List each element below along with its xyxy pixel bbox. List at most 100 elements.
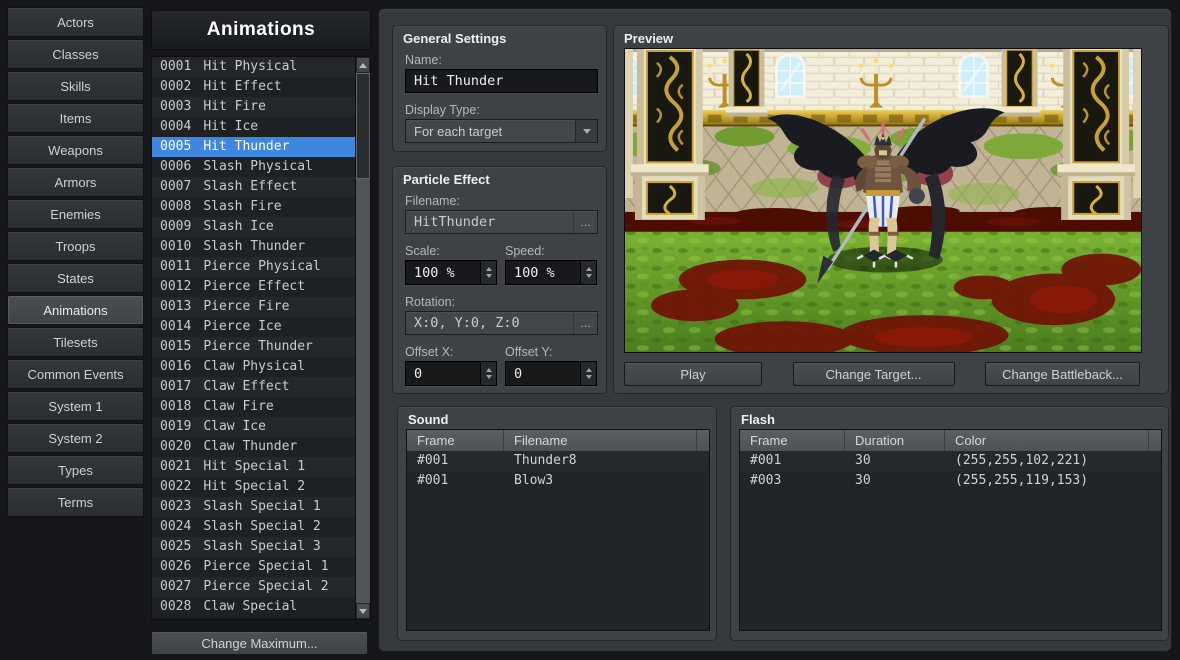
- sidebar-item-weapons[interactable]: Weapons: [7, 135, 144, 165]
- sidebar-item-terms[interactable]: Terms: [7, 487, 144, 517]
- sidebar-item-animations[interactable]: Animations: [7, 295, 144, 325]
- animation-list-item[interactable]: 0007Slash Effect: [152, 177, 355, 197]
- scrollbar-thumb[interactable]: [356, 73, 370, 179]
- spinner-arrows[interactable]: [580, 362, 596, 385]
- animation-list-item[interactable]: 0002Hit Effect: [152, 77, 355, 97]
- sidebar-item-types[interactable]: Types: [7, 455, 144, 485]
- animation-list-item[interactable]: 0027Pierce Special 2: [152, 577, 355, 597]
- change-battleback-button[interactable]: Change Battleback...: [985, 362, 1140, 386]
- animation-id: 0012: [160, 279, 191, 294]
- animation-list-item[interactable]: 0025Slash Special 3: [152, 537, 355, 557]
- sidebar-item-actors[interactable]: Actors: [7, 7, 144, 37]
- table-row[interactable]: #00330(255,255,119,153): [740, 471, 1161, 491]
- display-type-select[interactable]: For each target: [405, 119, 598, 143]
- scrollbar-track[interactable]: [356, 73, 370, 603]
- speed-label: Speed:: [505, 244, 545, 258]
- animation-id: 0009: [160, 219, 191, 234]
- table-cell: #001: [407, 471, 504, 491]
- animation-name: Claw Physical: [203, 359, 305, 374]
- sidebar-item-states[interactable]: States: [7, 263, 144, 293]
- chevron-down-icon: [583, 129, 591, 134]
- animation-list-item[interactable]: 0026Pierce Special 1: [152, 557, 355, 577]
- animation-list-item[interactable]: 0011Pierce Physical: [152, 257, 355, 277]
- spinner-arrows[interactable]: [580, 261, 596, 284]
- scale-spinner[interactable]: 100 %: [405, 260, 497, 285]
- column-header-frame[interactable]: Frame: [407, 430, 504, 451]
- animation-name: Hit Ice: [203, 119, 258, 134]
- animation-list-item[interactable]: 0009 Slash Ice: [152, 217, 355, 237]
- group-title: Preview: [624, 31, 673, 46]
- rotation-browse-button[interactable]: ...: [573, 312, 597, 334]
- scroll-up-button[interactable]: [356, 57, 370, 73]
- spinner-arrows[interactable]: [480, 362, 496, 385]
- table-row[interactable]: #00130(255,255,102,221): [740, 451, 1161, 471]
- sidebar-item-tilesets[interactable]: Tilesets: [7, 327, 144, 357]
- sidebar-item-system-2[interactable]: System 2: [7, 423, 144, 453]
- animation-name: Claw Special: [203, 599, 297, 614]
- battle-preview-image: [624, 48, 1142, 353]
- sound-table-body: #001Thunder8#001Blow3: [407, 451, 709, 491]
- name-input[interactable]: Hit Thunder: [405, 69, 598, 93]
- animation-id: 0007: [160, 179, 191, 194]
- animation-list-item[interactable]: 0015Pierce Thunder: [152, 337, 355, 357]
- animation-list-item[interactable]: 0018Claw Fire: [152, 397, 355, 417]
- sidebar-item-enemies[interactable]: Enemies: [7, 199, 144, 229]
- speed-spinner[interactable]: 100 %: [505, 260, 597, 285]
- table-row[interactable]: #001Blow3: [407, 471, 709, 491]
- sidebar-item-classes[interactable]: Classes: [7, 39, 144, 69]
- group-title: Sound: [408, 412, 448, 427]
- animations-list-title: Animations: [151, 10, 371, 50]
- animation-list-item[interactable]: 0004Hit Ice: [152, 117, 355, 137]
- spinner-down-icon: [586, 375, 592, 379]
- scroll-down-button[interactable]: [356, 603, 370, 619]
- sidebar-item-skills[interactable]: Skills: [7, 71, 144, 101]
- animation-list-item[interactable]: 0019Claw Ice: [152, 417, 355, 437]
- filename-field[interactable]: HitThunder ...: [405, 210, 598, 234]
- animation-list-item[interactable]: 0023Slash Special 1: [152, 497, 355, 517]
- column-header-duration[interactable]: Duration: [845, 430, 945, 451]
- filename-browse-button[interactable]: ...: [573, 211, 597, 233]
- animation-list-item[interactable]: 0014Pierce Ice: [152, 317, 355, 337]
- sidebar-item-system-1[interactable]: System 1: [7, 391, 144, 421]
- animation-list-item[interactable]: 0024Slash Special 2: [152, 517, 355, 537]
- animation-list-item[interactable]: 0021Hit Special 1: [152, 457, 355, 477]
- sidebar-item-common-events[interactable]: Common Events: [7, 359, 144, 389]
- animation-list-item[interactable]: 0003Hit Fire: [152, 97, 355, 117]
- sidebar-item-troops[interactable]: Troops: [7, 231, 144, 261]
- scale-value: 100 %: [414, 265, 455, 281]
- sidebar-item-items[interactable]: Items: [7, 103, 144, 133]
- animation-name: Slash Ice: [203, 219, 273, 234]
- flash-group: Flash FrameDurationColor #00130(255,255,…: [730, 406, 1169, 641]
- table-row[interactable]: #001Thunder8: [407, 451, 709, 471]
- list-scrollbar[interactable]: [355, 57, 370, 619]
- animation-list-item[interactable]: 0008Slash Fire: [152, 197, 355, 217]
- animation-list-item[interactable]: 0001Hit Physical: [152, 57, 355, 77]
- play-button[interactable]: Play: [624, 362, 762, 386]
- sidebar-item-armors[interactable]: Armors: [7, 167, 144, 197]
- animation-list-item[interactable]: 0017Claw Effect: [152, 377, 355, 397]
- animation-name: Claw Ice: [203, 419, 266, 434]
- change-maximum-button[interactable]: Change Maximum...: [151, 631, 368, 655]
- column-header-color[interactable]: Color: [945, 430, 1149, 451]
- change-target-button[interactable]: Change Target...: [793, 362, 955, 386]
- animation-list-item[interactable]: 0006Slash Physical: [152, 157, 355, 177]
- animation-list-item[interactable]: 0016Claw Physical: [152, 357, 355, 377]
- offset-y-spinner[interactable]: 0: [505, 361, 597, 386]
- animation-list-item[interactable]: 0022Hit Special 2: [152, 477, 355, 497]
- animation-id: 0025: [160, 539, 191, 554]
- rotation-field[interactable]: X:0, Y:0, Z:0 ...: [405, 311, 598, 335]
- dropdown-arrow-button[interactable]: [575, 120, 597, 142]
- table-header-spacer: [1149, 430, 1161, 451]
- spinner-arrows[interactable]: [480, 261, 496, 284]
- column-header-filename[interactable]: Filename: [504, 430, 697, 451]
- offset-x-spinner[interactable]: 0: [405, 361, 497, 386]
- animation-list-item[interactable]: 0012Pierce Effect: [152, 277, 355, 297]
- animation-list-item[interactable]: 0020Claw Thunder: [152, 437, 355, 457]
- animation-editor-panel: General Settings Name: Hit Thunder Displ…: [378, 8, 1172, 652]
- name-label: Name:: [405, 53, 442, 67]
- animation-list-item[interactable]: 0010Slash Thunder: [152, 237, 355, 257]
- column-header-frame[interactable]: Frame: [740, 430, 845, 451]
- animation-list-item[interactable]: 0028Claw Special: [152, 597, 355, 617]
- animation-list-item[interactable]: 0005Hit Thunder: [152, 137, 355, 157]
- animation-list-item[interactable]: 0013Pierce Fire: [152, 297, 355, 317]
